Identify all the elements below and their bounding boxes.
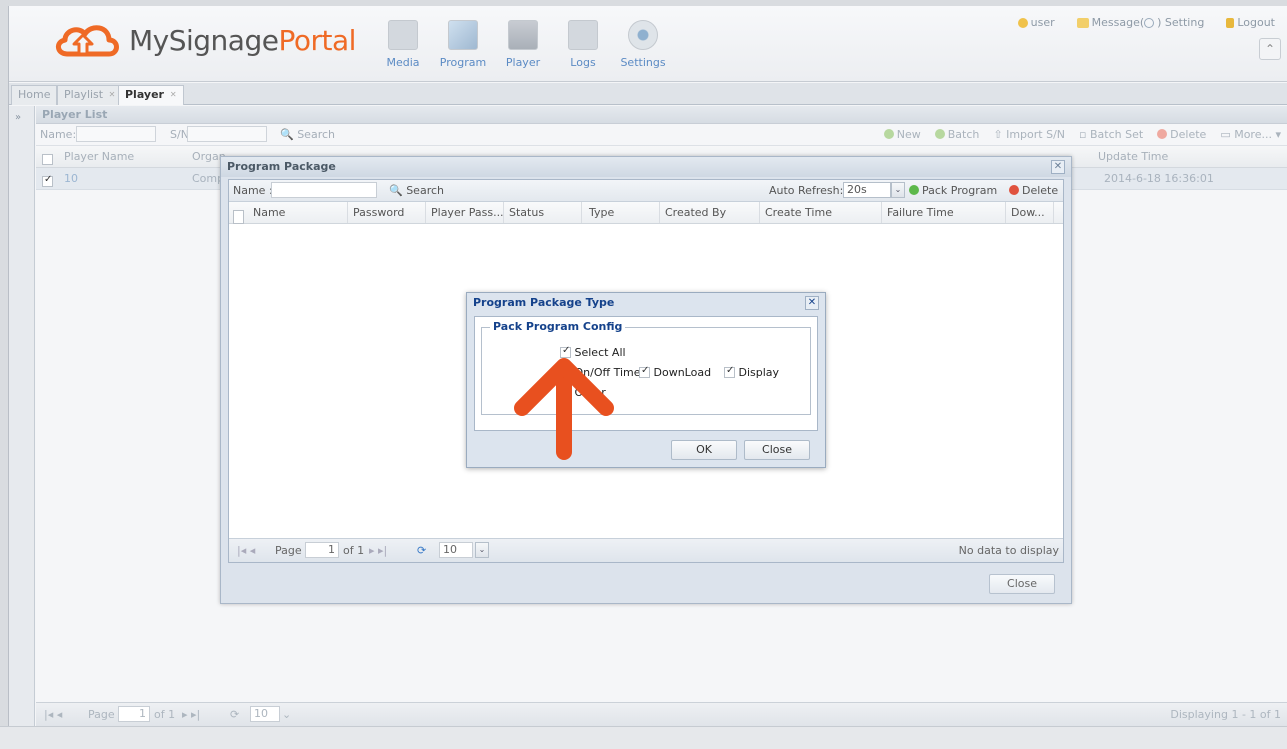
- next-page-icon[interactable]: ▸ ▸|: [369, 544, 387, 557]
- tab-home[interactable]: Home: [11, 85, 58, 105]
- first-page-icon[interactable]: |◂ ◂: [237, 544, 255, 557]
- plus-icon: [909, 185, 919, 195]
- player-list-title: Player List: [36, 106, 1287, 124]
- status-bar: [0, 726, 1287, 749]
- package-delete-button[interactable]: Delete: [1009, 184, 1058, 197]
- minus-icon: [1157, 129, 1168, 139]
- package-name-input[interactable]: [271, 182, 377, 198]
- package-pager: |◂ ◂ Page 1 of 1 ▸ ▸| ⟳ 10 ⌄ No data to …: [229, 538, 1063, 562]
- import-sn-button[interactable]: ⇧ Import S/N: [993, 128, 1065, 141]
- refresh-icon[interactable]: ⟳: [230, 708, 239, 721]
- package-search-button[interactable]: 🔍 Search: [389, 184, 444, 197]
- player-actions: New Batch ⇧ Import S/N ▫ Batch Set Delet…: [883, 128, 1281, 141]
- media-icon: [388, 20, 418, 50]
- message-link[interactable]: Message() Setting: [1076, 16, 1204, 29]
- key-icon: [1226, 18, 1235, 28]
- top-right-links: user Message() Setting Logout: [1017, 16, 1275, 29]
- tab-player[interactable]: Player ✕: [118, 85, 184, 105]
- mail-icon: [1076, 18, 1089, 28]
- package-window-title: Program Package: [221, 157, 1071, 177]
- program-icon: [448, 20, 478, 50]
- pack-config-legend: Pack Program Config: [490, 320, 626, 333]
- player-sn-input[interactable]: [187, 126, 267, 142]
- next-page-icon[interactable]: ▸ ▸|: [182, 708, 200, 721]
- package-page-input[interactable]: 1: [305, 542, 339, 558]
- auto-refresh-select[interactable]: 20s ⌄: [843, 182, 905, 198]
- more-button[interactable]: ▭ More... ▾: [1220, 128, 1281, 141]
- chevron-down-icon[interactable]: ⌄: [891, 182, 905, 198]
- close-icon[interactable]: ✕: [170, 90, 177, 99]
- logs-icon: [568, 20, 598, 50]
- player-name-input[interactable]: [76, 126, 156, 142]
- table-icon: ▭: [1220, 128, 1235, 141]
- package-page-size[interactable]: 10: [439, 542, 473, 558]
- logo: MySignagePortal: [53, 20, 356, 60]
- chevron-down-icon[interactable]: ⌄: [282, 708, 291, 721]
- player-page-input[interactable]: 1: [118, 706, 150, 722]
- nav-player[interactable]: Player: [493, 20, 553, 69]
- close-button[interactable]: Close: [744, 440, 810, 460]
- player-page-size[interactable]: 10: [250, 706, 280, 722]
- new-button[interactable]: New: [883, 128, 921, 141]
- package-close-button[interactable]: Close: [989, 574, 1055, 594]
- gear-icon: [1144, 18, 1155, 28]
- chevron-down-icon[interactable]: ⌄: [475, 542, 489, 558]
- player-pager: |◂ ◂ Page 1 of 1 ▸ ▸| ⟳ 10 ⌄ Displaying …: [36, 702, 1287, 726]
- logout-link[interactable]: Logout: [1226, 16, 1275, 29]
- plus-icon: [883, 129, 894, 139]
- expand-icon[interactable]: »: [15, 112, 21, 123]
- close-icon[interactable]: ✕: [109, 90, 116, 99]
- cloud-logo-icon: [56, 25, 119, 57]
- dialog-title: Program Package Type: [473, 296, 615, 309]
- pack-program-button[interactable]: Pack Program: [909, 184, 997, 197]
- batch-button[interactable]: Batch: [934, 128, 979, 141]
- first-page-icon[interactable]: |◂ ◂: [44, 708, 62, 721]
- close-icon[interactable]: ✕: [1051, 160, 1065, 174]
- user-icon: [1017, 18, 1028, 28]
- nav-logs[interactable]: Logs: [553, 20, 613, 69]
- nav-program[interactable]: Program: [433, 20, 493, 69]
- collapse-header-button[interactable]: ⌃: [1259, 38, 1281, 60]
- player-search-button[interactable]: 🔍 Search: [280, 128, 335, 141]
- tab-playlist[interactable]: Playlist ✕: [57, 85, 123, 105]
- import-icon: ⇧: [993, 128, 1007, 141]
- ok-button[interactable]: OK: [671, 440, 737, 460]
- player-list-toolbar: Name: S/N: 🔍 Search New Batch ⇧ Import S…: [36, 124, 1287, 146]
- settings-icon: [628, 20, 658, 50]
- app-header: MySignagePortal Media Program Player Log…: [9, 6, 1287, 82]
- user-link[interactable]: user: [1017, 16, 1055, 29]
- tab-bar: Home Playlist ✕ Player ✕: [9, 83, 1287, 105]
- side-collapse-strip[interactable]: »: [9, 106, 35, 726]
- nav-media[interactable]: Media: [373, 20, 433, 69]
- edit-icon: ▫: [1079, 128, 1090, 141]
- delete-button[interactable]: Delete: [1157, 128, 1206, 141]
- display-option[interactable]: Display: [724, 365, 779, 379]
- main-nav: Media Program Player Logs Settings: [373, 20, 673, 69]
- package-toolbar: Name : 🔍 Search Auto Refresh: 20s ⌄ Pack …: [229, 180, 1063, 202]
- close-icon[interactable]: ✕: [805, 296, 819, 310]
- minus-icon: [1009, 185, 1019, 195]
- nav-settings[interactable]: Settings: [613, 20, 673, 69]
- package-table-header: Name Password Player Pass... Status Type…: [229, 202, 1063, 224]
- batch-set-button[interactable]: ▫ Batch Set: [1079, 128, 1143, 141]
- logo-text: MySignagePortal: [129, 23, 356, 57]
- download-option[interactable]: DownLoad: [639, 365, 711, 379]
- player-icon: [508, 20, 538, 50]
- plus-icon: [934, 129, 945, 139]
- refresh-icon[interactable]: ⟳: [417, 544, 426, 557]
- up-arrow-annotation: [514, 358, 614, 460]
